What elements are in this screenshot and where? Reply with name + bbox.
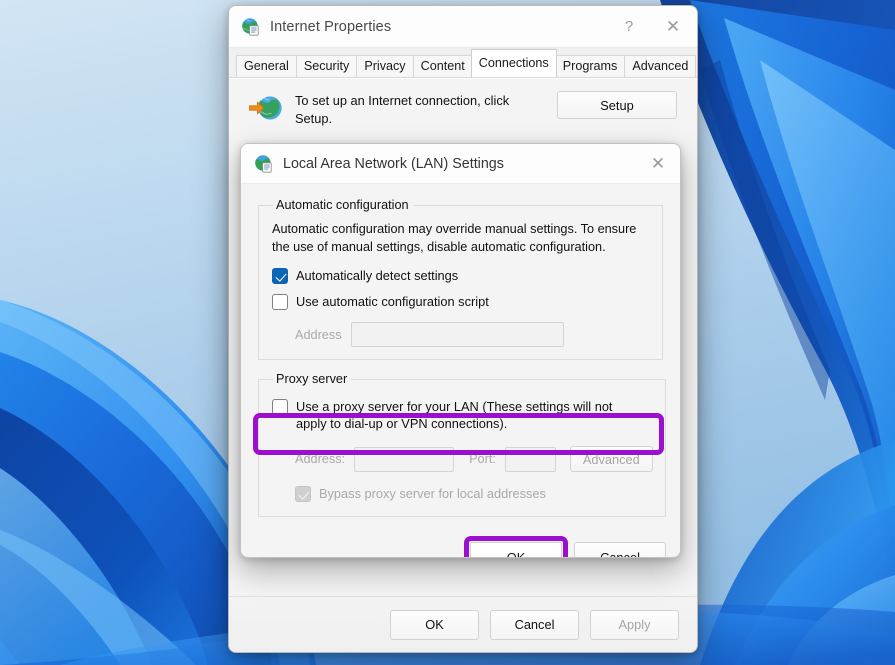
proxy-address-label: Address: xyxy=(295,452,345,466)
proxy-server-group: Proxy server Use a proxy server for your… xyxy=(258,372,666,517)
apply-button[interactable]: Apply xyxy=(590,610,679,640)
use-proxy-server-label: Use a proxy server for your LAN (These s… xyxy=(296,398,626,432)
setup-button[interactable]: Setup xyxy=(557,91,677,119)
lan-settings-dialog: Local Area Network (LAN) Settings ✕ Auto… xyxy=(240,143,681,558)
tab-general[interactable]: General xyxy=(236,55,297,77)
lan-cancel-button[interactable]: Cancel xyxy=(574,542,666,558)
tab-security[interactable]: Security xyxy=(296,55,358,77)
tab-content[interactable]: Content xyxy=(413,55,473,77)
proxy-address-row: Address: Port: Advanced xyxy=(295,446,653,472)
internet-properties-icon xyxy=(241,17,261,37)
bypass-proxy-row[interactable]: Bypass proxy server for local addresses xyxy=(295,485,653,502)
auto-detect-settings-checkbox[interactable] xyxy=(272,268,288,284)
dialog-title: Local Area Network (LAN) Settings xyxy=(283,156,636,172)
script-address-row: Address xyxy=(295,322,650,347)
tab-advanced[interactable]: Advanced xyxy=(624,55,696,77)
proxy-advanced-button[interactable]: Advanced xyxy=(570,446,653,472)
internet-properties-footer: OK Cancel Apply xyxy=(229,596,697,652)
desktop-background: Internet Properties ? ✕ General Security… xyxy=(0,0,895,665)
use-config-script-row[interactable]: Use automatic configuration script xyxy=(272,293,650,310)
use-proxy-server-row[interactable]: Use a proxy server for your LAN (These s… xyxy=(272,398,653,432)
proxy-port-input[interactable] xyxy=(505,447,556,472)
automatic-configuration-legend: Automatic configuration xyxy=(273,198,413,212)
proxy-address-input[interactable] xyxy=(354,447,454,472)
script-address-label: Address xyxy=(295,328,342,342)
globe-with-arrow-icon xyxy=(249,93,283,123)
proxy-port-label: Port: xyxy=(469,452,496,466)
ok-button[interactable]: OK xyxy=(390,610,479,640)
lan-settings-titlebar: Local Area Network (LAN) Settings ✕ xyxy=(241,144,680,184)
tab-connections[interactable]: Connections xyxy=(471,49,557,77)
setup-description: To set up an Internet connection, click … xyxy=(295,92,545,128)
close-icon[interactable]: ✕ xyxy=(636,143,680,185)
lan-settings-icon xyxy=(254,154,274,174)
automatic-configuration-group: Automatic configuration Automatic config… xyxy=(258,198,663,360)
auto-detect-settings-row[interactable]: Automatically detect settings xyxy=(272,267,650,284)
cancel-button[interactable]: Cancel xyxy=(490,610,579,640)
automatic-configuration-description: Automatic configuration may override man… xyxy=(272,220,650,256)
bypass-proxy-label: Bypass proxy server for local addresses xyxy=(319,485,546,502)
tab-programs[interactable]: Programs xyxy=(555,55,626,77)
tab-privacy[interactable]: Privacy xyxy=(356,55,413,77)
bypass-proxy-checkbox[interactable] xyxy=(295,486,311,502)
tab-bar: General Security Privacy Content Connect… xyxy=(229,48,697,78)
setup-row: To set up an Internet connection, click … xyxy=(229,79,697,128)
lan-ok-button[interactable]: OK xyxy=(470,542,562,558)
use-config-script-checkbox[interactable] xyxy=(272,294,288,310)
use-proxy-server-checkbox[interactable] xyxy=(272,399,288,415)
help-button[interactable]: ? xyxy=(607,6,651,48)
auto-detect-settings-label: Automatically detect settings xyxy=(296,267,458,284)
script-address-input[interactable] xyxy=(351,322,564,347)
lan-settings-footer: OK Cancel xyxy=(241,529,680,558)
close-icon[interactable]: ✕ xyxy=(651,6,695,48)
window-title: Internet Properties xyxy=(270,19,607,35)
internet-properties-titlebar: Internet Properties ? ✕ xyxy=(229,6,697,48)
use-config-script-label: Use automatic configuration script xyxy=(296,293,489,310)
proxy-server-legend: Proxy server xyxy=(273,372,351,386)
ok-button-wrapper: OK xyxy=(470,542,562,558)
lan-settings-body: Automatic configuration Automatic config… xyxy=(241,184,680,529)
